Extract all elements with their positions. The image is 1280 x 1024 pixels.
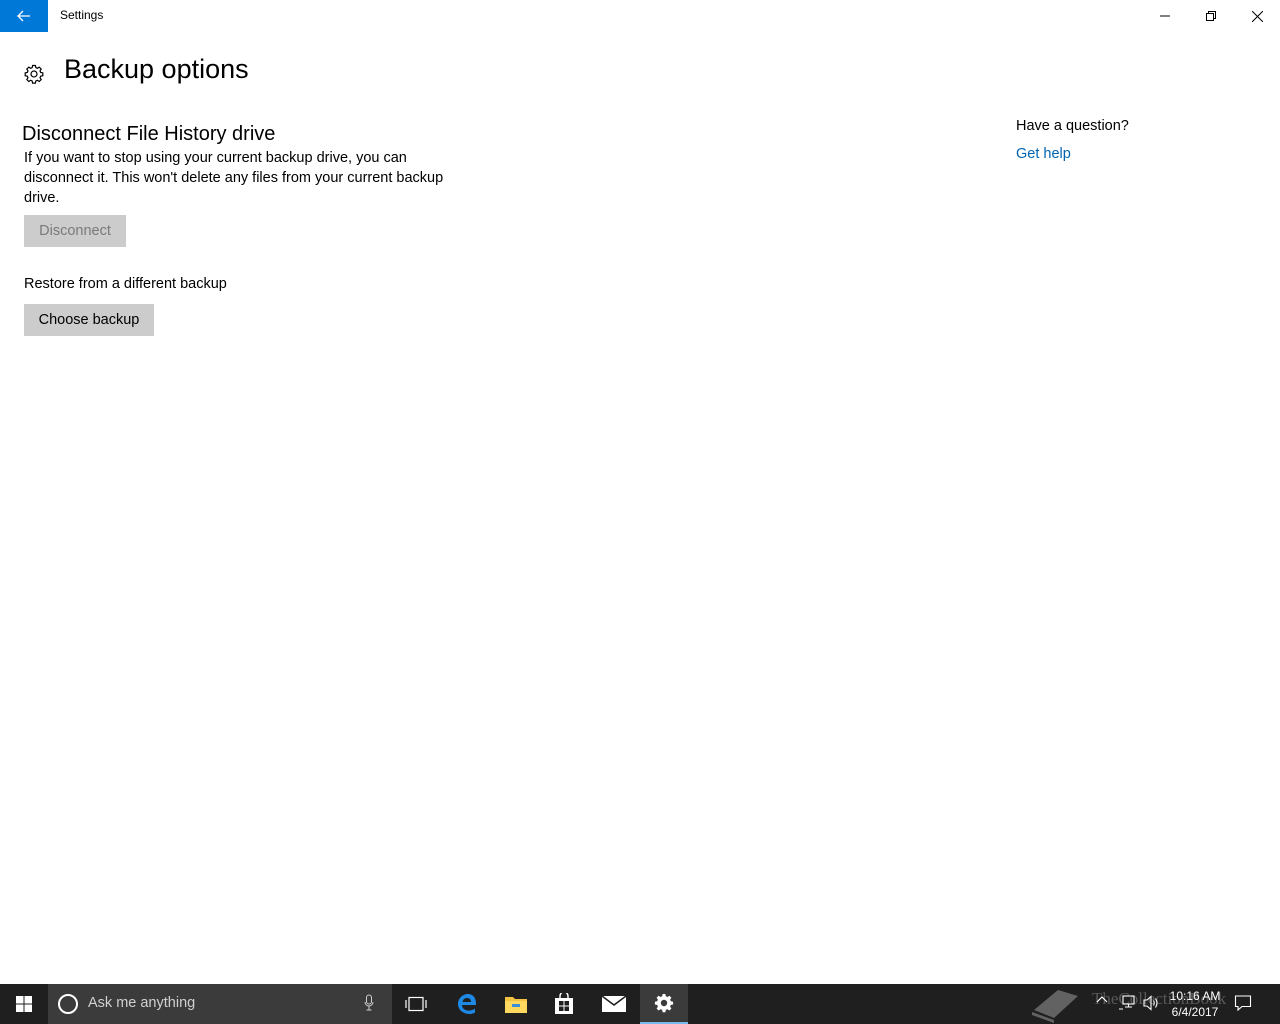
section-description: If you want to stop using your current b…: [24, 150, 444, 206]
disconnect-button[interactable]: Disconnect: [24, 215, 126, 247]
window-title: Settings: [60, 8, 104, 22]
search-box[interactable]: Ask me anything: [48, 984, 392, 1024]
restore-icon: [1206, 11, 1216, 21]
action-center-icon[interactable]: [1234, 994, 1252, 1012]
file-explorer-taskbar-button[interactable]: [492, 984, 540, 1024]
store-taskbar-button[interactable]: [540, 984, 588, 1024]
settings-taskbar-button[interactable]: [640, 984, 688, 1024]
restore-label: Restore from a different backup: [24, 276, 227, 292]
microphone-icon[interactable]: [364, 994, 374, 1012]
minimize-icon: [1160, 15, 1170, 17]
chevron-up-icon[interactable]: [1096, 994, 1108, 1006]
clock-date: 6/4/2017: [1171, 1005, 1219, 1019]
minimize-button[interactable]: [1142, 0, 1188, 32]
edge-icon: [458, 994, 477, 1015]
get-help-link[interactable]: Get help: [1016, 146, 1071, 162]
section-title-disconnect: Disconnect File History drive: [22, 123, 276, 145]
gear-icon: [24, 64, 44, 84]
network-icon[interactable]: [1118, 994, 1136, 1012]
page-title: Backup options: [64, 54, 249, 84]
mail-taskbar-button[interactable]: [590, 984, 638, 1024]
task-view-icon: [405, 996, 427, 1012]
title-bar: Settings: [0, 0, 1280, 32]
choose-backup-button[interactable]: Choose backup: [24, 304, 154, 336]
windows-logo-icon: [16, 996, 32, 1012]
close-icon: [1251, 10, 1263, 22]
edge-taskbar-button[interactable]: [442, 984, 492, 1024]
help-question: Have a question?: [1016, 118, 1129, 134]
task-view-button[interactable]: [392, 984, 440, 1024]
back-arrow-icon: [17, 10, 30, 22]
back-button[interactable]: [0, 0, 48, 32]
page-header: [24, 56, 44, 92]
volume-icon[interactable]: [1142, 994, 1160, 1012]
cortana-icon: [58, 994, 78, 1014]
store-icon: [555, 993, 573, 1014]
system-clock[interactable]: 10:16 AM 6/4/2017: [1166, 988, 1224, 1020]
start-button[interactable]: [0, 984, 48, 1024]
mail-icon: [602, 996, 626, 1012]
file-explorer-icon: [505, 997, 527, 1013]
clock-time: 10:16 AM: [1169, 989, 1221, 1003]
taskbar: Ask me anything 10:16 AM 6/4/2017: [0, 984, 1280, 1024]
restore-button[interactable]: [1188, 0, 1234, 32]
settings-icon: [654, 994, 674, 1013]
close-button[interactable]: [1234, 0, 1280, 32]
search-placeholder: Ask me anything: [88, 995, 196, 1011]
